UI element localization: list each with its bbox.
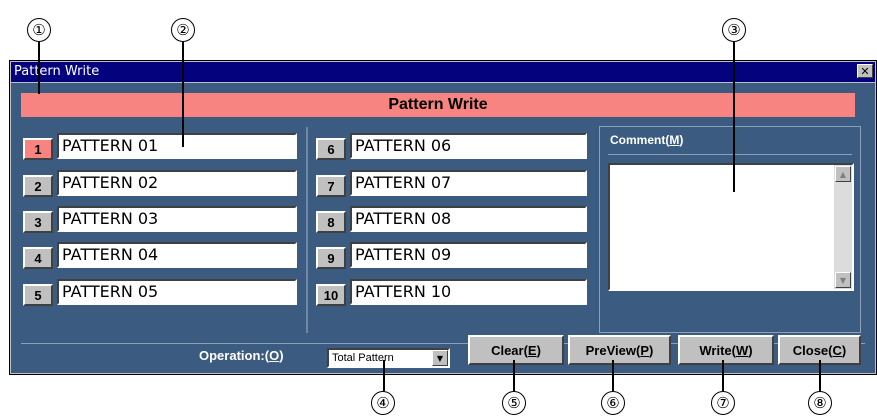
pattern-select-button[interactable]: 9	[316, 247, 346, 269]
callout-8-leader	[819, 360, 821, 391]
pattern-select-button[interactable]: 1	[23, 138, 53, 160]
pattern-name-field[interactable]: PATTERN 10	[350, 279, 587, 305]
header-title: Pattern Write	[21, 93, 855, 117]
comment-scrollbar[interactable]: ▲ ▼	[834, 165, 852, 289]
callout-3-leader	[733, 42, 735, 192]
comment-label: Comment(M)	[610, 133, 684, 147]
callout-5: ⑤	[502, 391, 526, 415]
title-bar[interactable]: Pattern Write ✕	[11, 62, 875, 82]
column-divider	[306, 127, 308, 333]
operation-selected-value: Total Pattern	[332, 352, 394, 364]
pattern-name-field[interactable]: PATTERN 09	[350, 242, 587, 268]
pattern-select-button[interactable]: 4	[23, 247, 53, 269]
callout-4-leader	[383, 360, 385, 391]
pattern-select-button[interactable]: 8	[316, 211, 346, 233]
pattern-select-button[interactable]: 6	[316, 138, 346, 160]
write-button[interactable]: Write(W)	[678, 335, 774, 365]
pattern-name-field[interactable]: PATTERN 01	[57, 133, 297, 159]
callout-2: ②	[171, 18, 195, 42]
comment-group: Comment(M) ▲ ▼	[599, 126, 861, 333]
pattern-name-field[interactable]: PATTERN 06	[350, 133, 587, 159]
callout-2-leader	[182, 42, 184, 147]
callout-5-leader	[513, 360, 515, 391]
pattern-select-button[interactable]: 5	[23, 284, 53, 306]
callout-1-leader	[38, 42, 40, 94]
pattern-write-dialog: Pattern Write ✕ Pattern Write 1 PATTERN …	[9, 60, 877, 375]
preview-button[interactable]: PreView(P)	[568, 335, 671, 365]
callout-3: ③	[722, 18, 746, 42]
callout-7: ⑦	[711, 391, 735, 415]
callout-6: ⑥	[601, 391, 625, 415]
pattern-select-button[interactable]: 7	[316, 175, 346, 197]
pattern-name-field[interactable]: PATTERN 02	[57, 170, 297, 196]
chevron-down-icon[interactable]: ▼	[432, 350, 448, 366]
pattern-name-field[interactable]: PATTERN 05	[57, 279, 297, 305]
operation-label: Operation:(O)	[199, 348, 284, 363]
callout-8: ⑧	[808, 391, 832, 415]
callout-4: ④	[371, 391, 395, 415]
pattern-name-field[interactable]: PATTERN 08	[350, 206, 587, 232]
pattern-select-button[interactable]: 10	[316, 284, 346, 306]
close-icon[interactable]: ✕	[857, 64, 873, 78]
comment-textarea[interactable]: ▲ ▼	[608, 163, 854, 291]
callout-1: ①	[27, 18, 51, 42]
clear-button[interactable]: Clear(E)	[468, 335, 564, 365]
pattern-select-button[interactable]: 2	[23, 175, 53, 197]
operation-select[interactable]: Total Pattern ▼	[327, 348, 450, 368]
window-title: Pattern Write	[14, 64, 100, 79]
callout-7-leader	[722, 360, 724, 391]
callout-6-leader	[612, 360, 614, 391]
comment-divider	[608, 154, 852, 155]
pattern-name-field[interactable]: PATTERN 03	[57, 206, 297, 232]
main-panel: Pattern Write 1 PATTERN 01 2 PATTERN 02 …	[11, 83, 875, 373]
pattern-name-field[interactable]: PATTERN 07	[350, 170, 587, 196]
pattern-select-button[interactable]: 3	[23, 211, 53, 233]
pattern-name-field[interactable]: PATTERN 04	[57, 242, 297, 268]
scroll-down-icon[interactable]: ▼	[835, 272, 851, 288]
scroll-up-icon[interactable]: ▲	[835, 166, 851, 182]
